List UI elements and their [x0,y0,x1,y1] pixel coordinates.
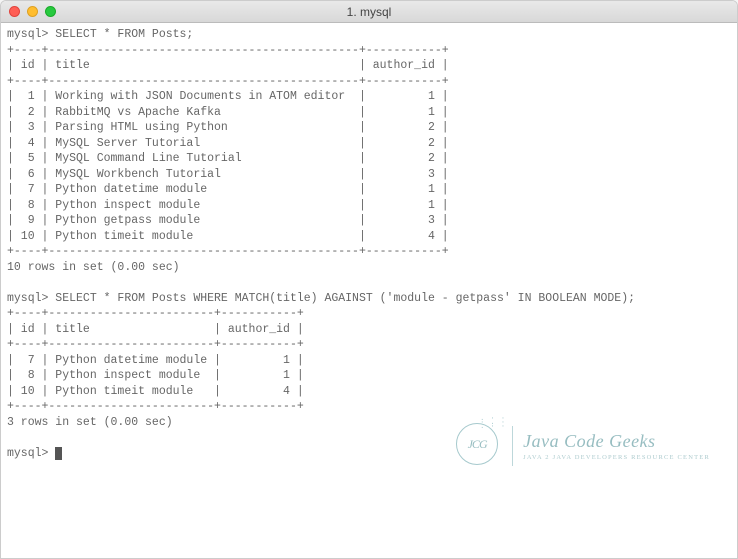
window-title: 1. mysql [347,5,392,19]
maximize-button[interactable] [45,6,56,17]
terminal-window: 1. mysql mysql> SELECT * FROM Posts; +--… [0,0,738,559]
close-button[interactable] [9,6,20,17]
traffic-lights [9,6,56,17]
terminal-content[interactable]: mysql> SELECT * FROM Posts; +----+------… [1,23,737,558]
minimize-button[interactable] [27,6,38,17]
cursor [55,447,62,460]
titlebar[interactable]: 1. mysql [1,1,737,23]
